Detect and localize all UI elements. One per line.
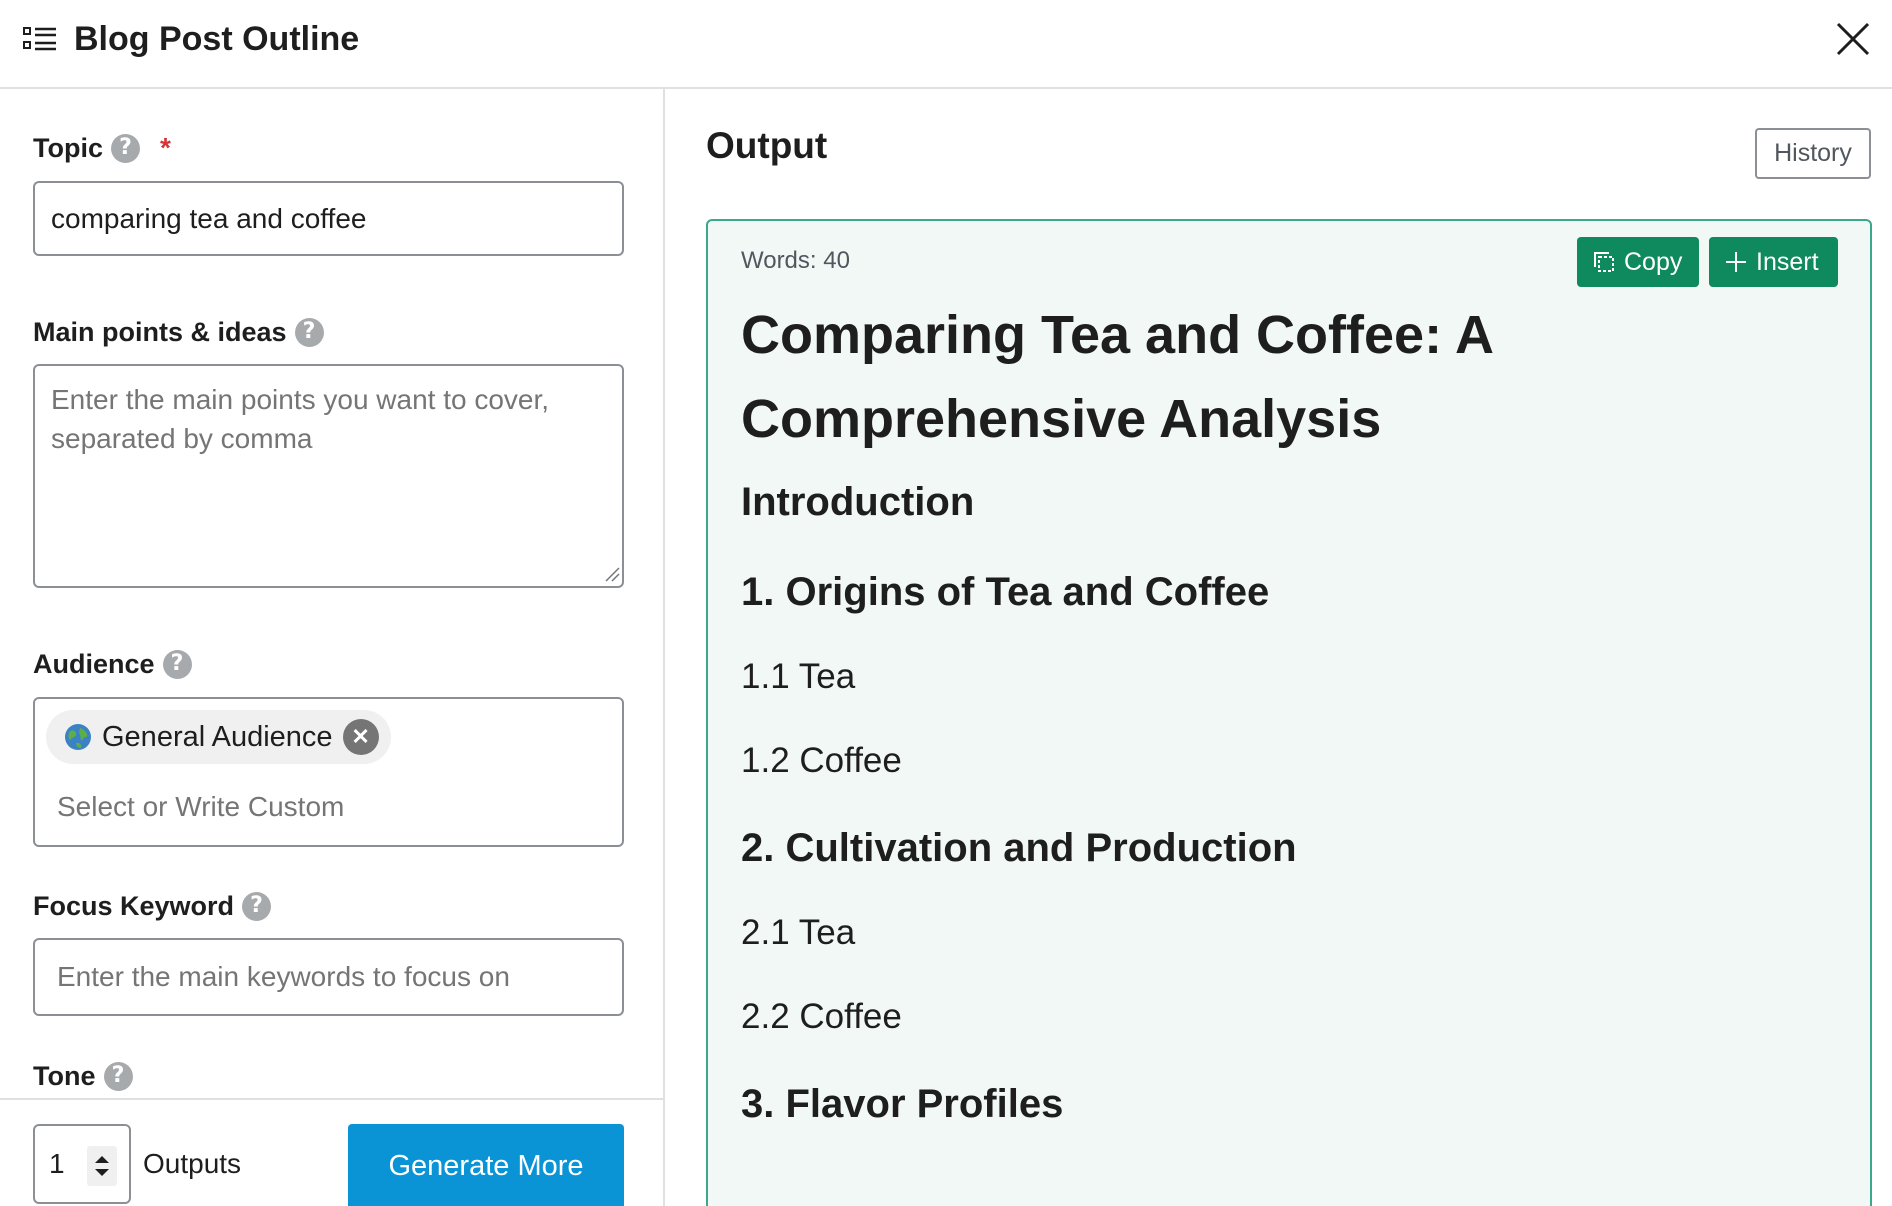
output-title: Output xyxy=(706,125,828,166)
modal-title: Blog Post Outline xyxy=(74,20,360,58)
plus-icon xyxy=(1726,252,1746,272)
outline-subheading: 2.1 Tea xyxy=(741,913,856,952)
topic-label-text: Topic xyxy=(33,133,103,163)
outline-subheading: 1.2 Coffee xyxy=(741,741,902,780)
help-icon[interactable]: ? xyxy=(111,133,140,163)
word-count: Words: 40 xyxy=(741,247,850,274)
required-mark: * xyxy=(160,132,171,163)
modal-header: Blog Post Outline xyxy=(0,0,1892,89)
outputs-stepper[interactable]: 1 xyxy=(33,1124,131,1204)
topic-input[interactable] xyxy=(33,181,624,256)
outline-title: Comparing Tea and Coffee: A Comprehensiv… xyxy=(741,305,1493,449)
outline-heading: 1. Origins of Tea and Coffee xyxy=(741,570,1270,614)
list-icon xyxy=(23,27,56,51)
insert-button[interactable]: Insert xyxy=(1709,237,1838,287)
form-panel: Topic ? * Main points & ideas ? Audience… xyxy=(0,89,665,1206)
outline-subheading: 2.2 Coffee xyxy=(741,997,902,1036)
outline-heading: 3. Flavor Profiles xyxy=(741,1082,1064,1126)
help-icon[interactable]: ? xyxy=(103,1061,133,1091)
history-button[interactable]: History xyxy=(1755,128,1871,179)
topic-label: Topic ? * xyxy=(33,131,171,165)
tone-label-text: Tone xyxy=(33,1061,96,1091)
form-footer: 1 Outputs Generate More xyxy=(0,1098,663,1206)
main-points-label-text: Main points & ideas xyxy=(33,317,287,347)
outputs-label: Outputs xyxy=(143,1148,242,1179)
outline-subheading: 1.1 Tea xyxy=(741,657,856,696)
outline-heading: Introduction xyxy=(741,480,975,524)
audience-label-text: Audience xyxy=(33,649,155,679)
outline-content: Comparing Tea and Coffee: A Comprehensiv… xyxy=(741,293,1841,1129)
generate-more-button[interactable]: Generate More xyxy=(348,1124,624,1206)
output-card: Words: 40 Copy Insert Comparing Tea and … xyxy=(706,219,1872,1206)
main-points-label: Main points & ideas ? xyxy=(33,315,324,349)
main-points-textarea[interactable] xyxy=(33,364,624,588)
output-panel: Output History Words: 40 Copy Insert Com… xyxy=(665,89,1892,1206)
help-icon[interactable]: ? xyxy=(162,649,192,679)
audience-label: Audience ? xyxy=(33,647,192,681)
close-icon[interactable] xyxy=(1832,18,1874,60)
audience-custom-input[interactable] xyxy=(57,787,597,827)
focus-keyword-input[interactable] xyxy=(33,938,624,1016)
copy-icon xyxy=(1594,252,1614,272)
app-window: Blog Post Outline Topic ? * Main points … xyxy=(0,0,1892,1206)
outline-heading: 2. Cultivation and Production xyxy=(741,826,1297,870)
help-icon[interactable]: ? xyxy=(294,317,324,347)
tone-label: Tone ? xyxy=(33,1059,133,1093)
help-icon[interactable]: ? xyxy=(242,891,272,921)
audience-select[interactable]: General Audience ✕ xyxy=(33,697,624,847)
globe-icon xyxy=(65,724,91,750)
spinner-arrows-icon[interactable] xyxy=(87,1146,117,1186)
insert-label: Insert xyxy=(1756,247,1819,276)
focus-keyword-label-text: Focus Keyword xyxy=(33,891,235,921)
copy-label: Copy xyxy=(1624,247,1683,276)
audience-token-label: General Audience xyxy=(102,720,333,753)
remove-token-icon[interactable]: ✕ xyxy=(342,719,379,755)
audience-token: General Audience ✕ xyxy=(46,710,391,764)
focus-keyword-label: Focus Keyword ? xyxy=(33,889,272,923)
copy-button[interactable]: Copy xyxy=(1577,237,1699,287)
outputs-count: 1 xyxy=(49,1148,65,1179)
resize-grip-icon[interactable] xyxy=(604,566,620,582)
